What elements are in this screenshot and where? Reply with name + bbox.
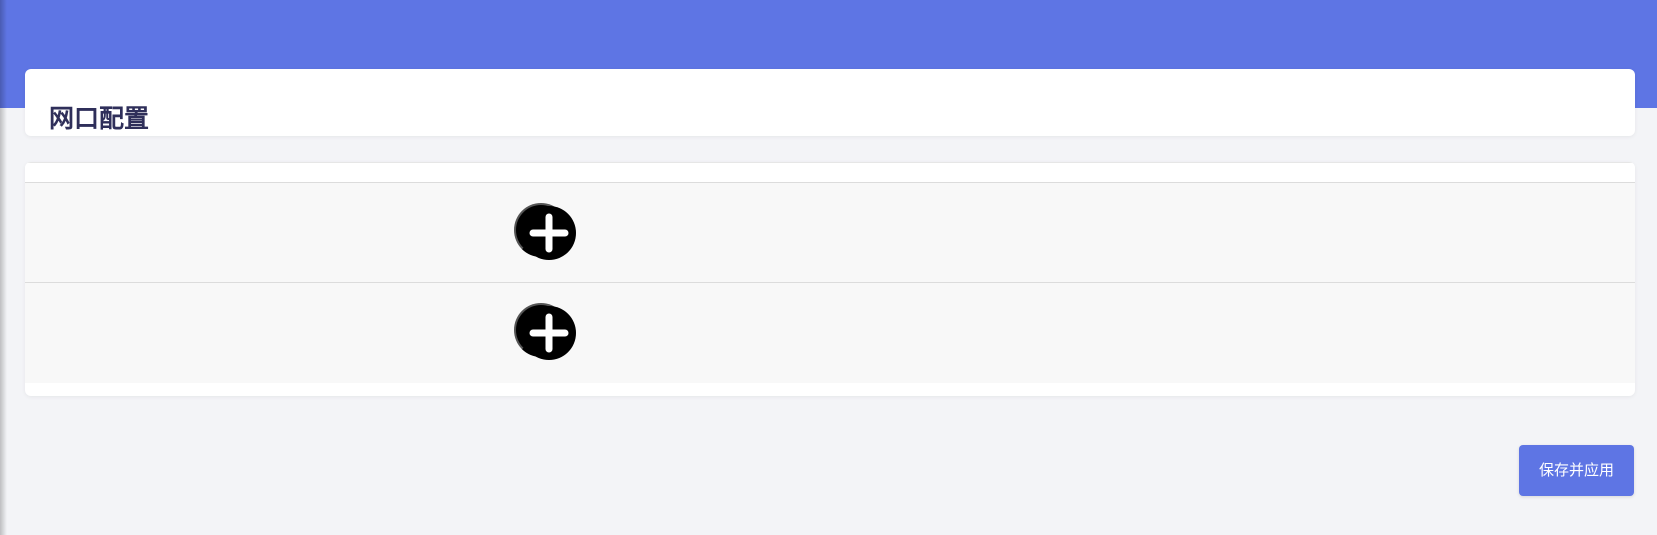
table-header xyxy=(25,162,1635,183)
left-edge-shadow xyxy=(0,0,7,535)
table-row xyxy=(25,283,1635,383)
interface-config-table xyxy=(25,162,1635,396)
page-title: 网口配置 xyxy=(49,103,150,133)
add-row-button[interactable] xyxy=(514,203,576,260)
plus-circle-icon xyxy=(522,306,576,360)
plus-circle-icon xyxy=(522,206,576,260)
save-and-apply-button[interactable]: 保存并应用 xyxy=(1519,445,1634,496)
add-row-button[interactable] xyxy=(514,303,576,360)
page-header-card: 网口配置 xyxy=(25,69,1635,136)
table-row xyxy=(25,183,1635,283)
